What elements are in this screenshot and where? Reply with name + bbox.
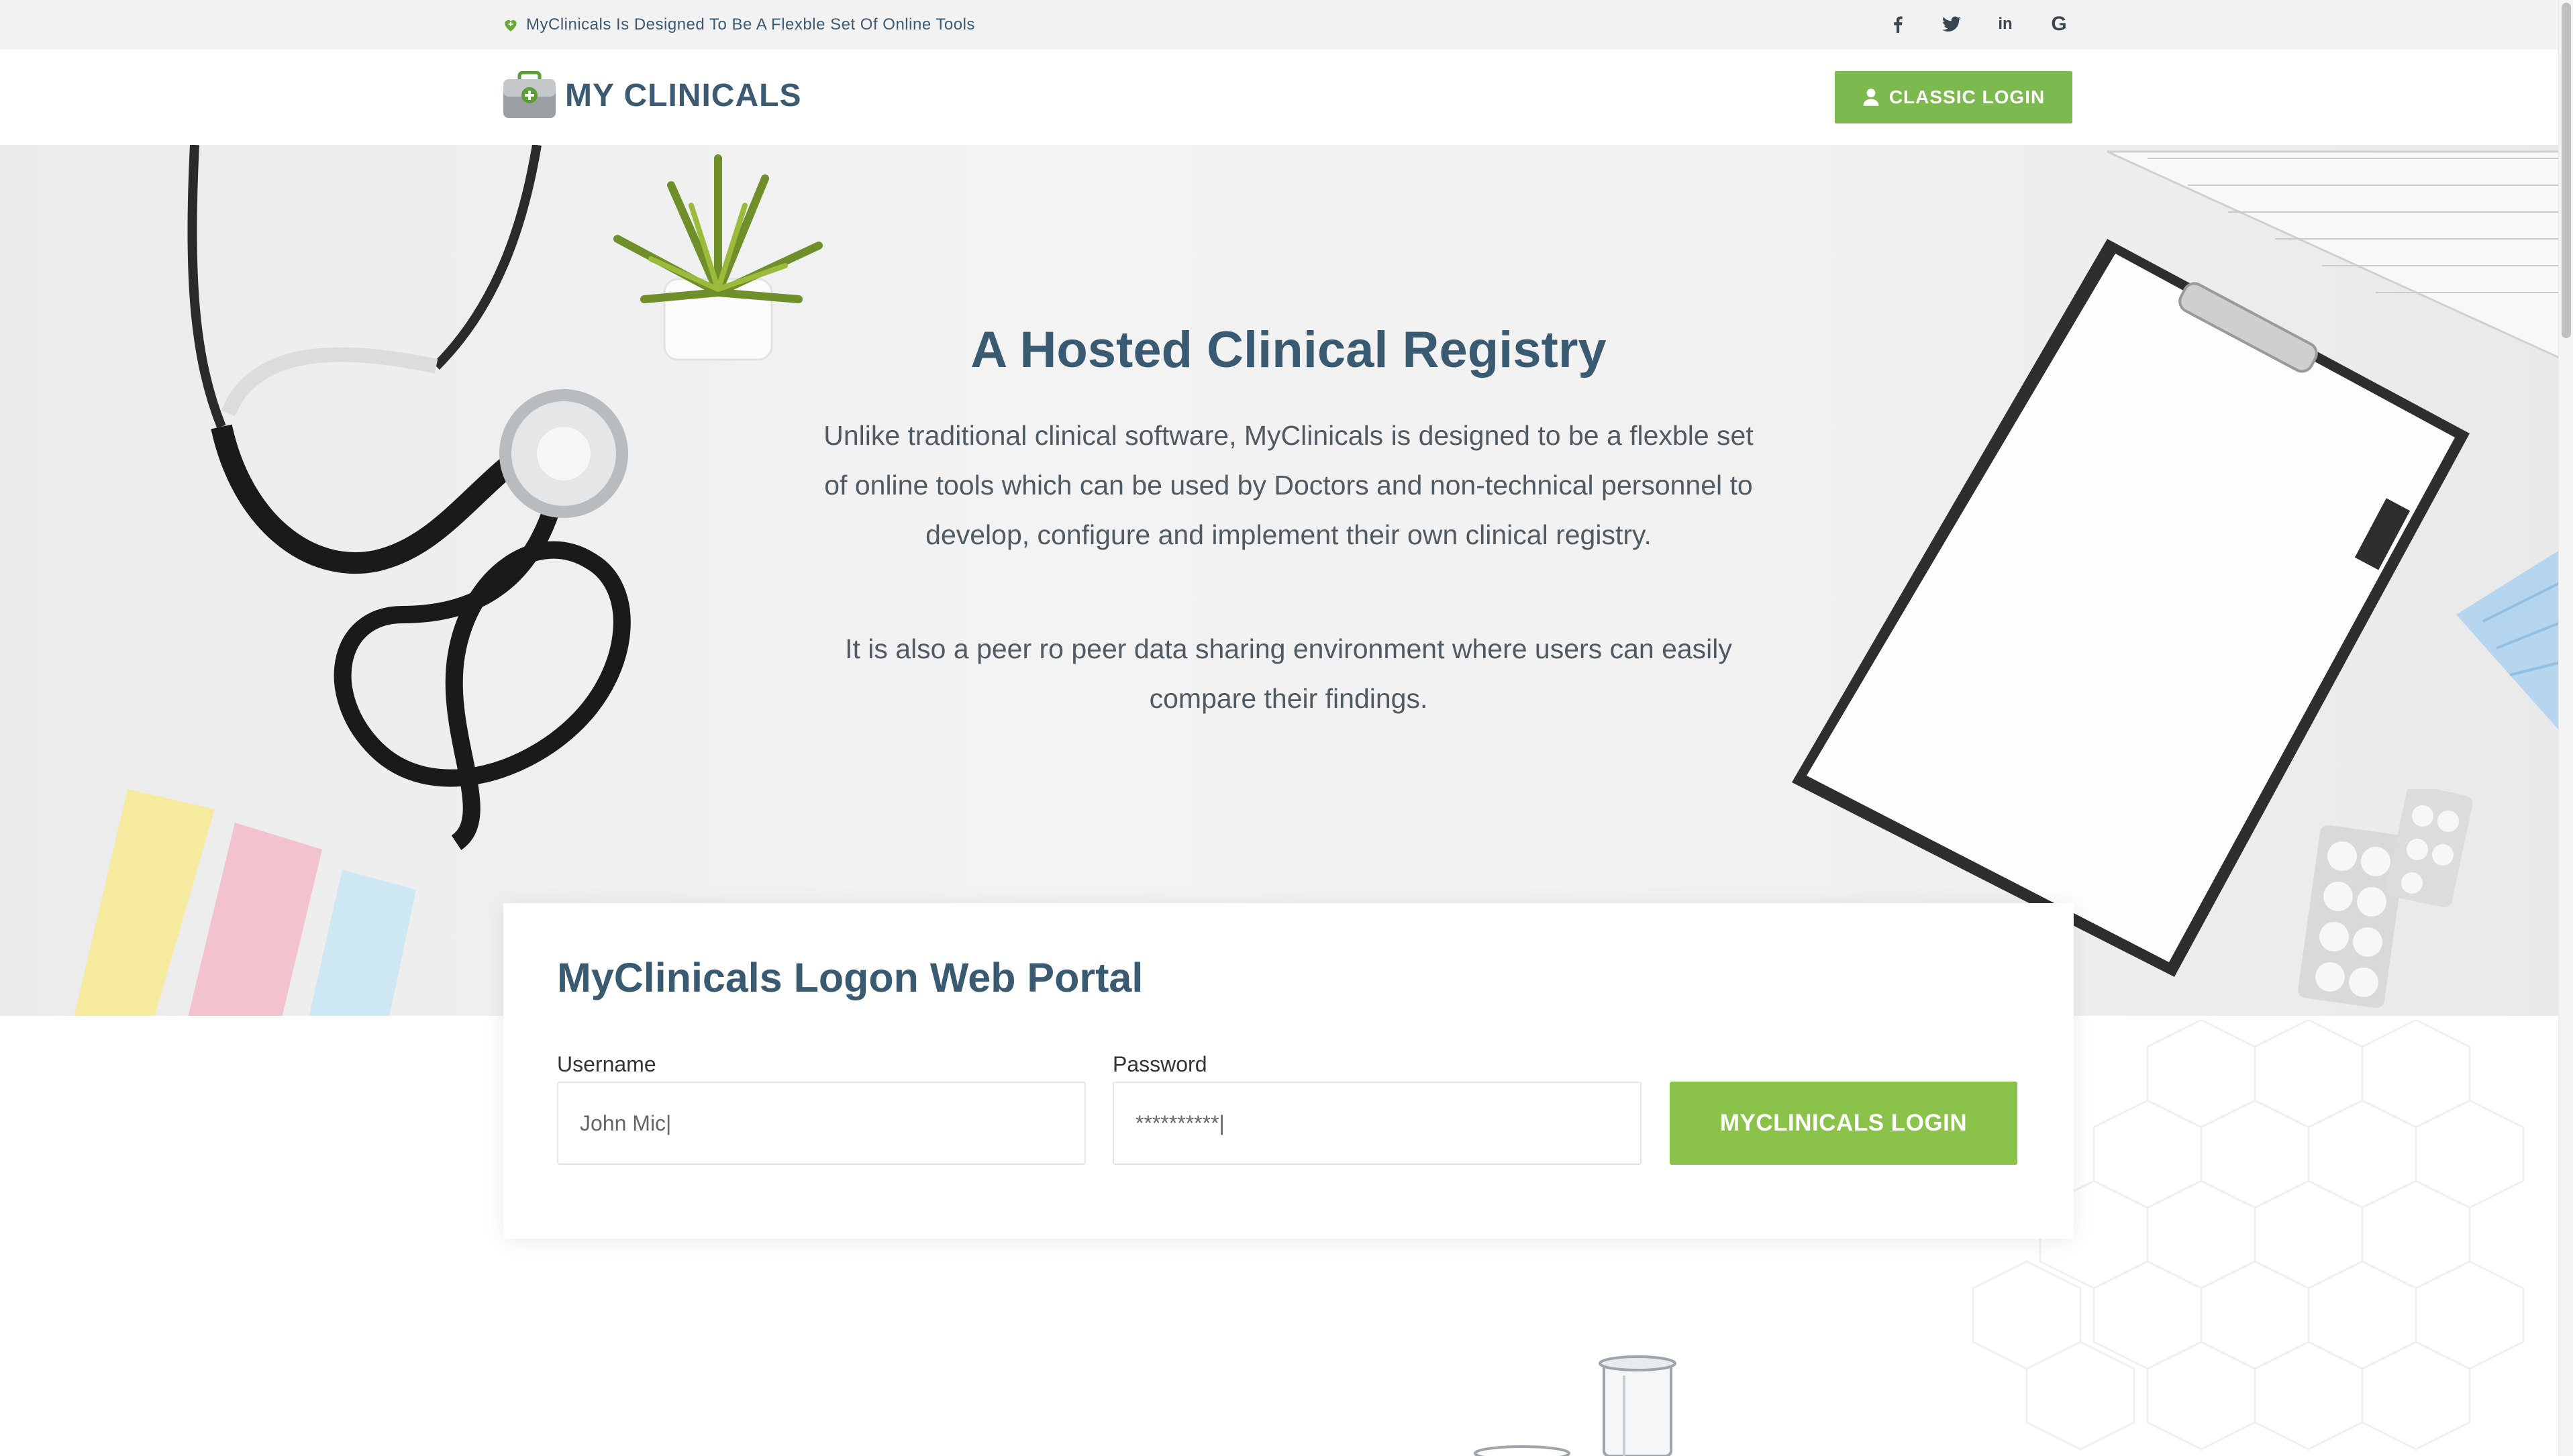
page-scrollbar[interactable] bbox=[2558, 0, 2573, 1456]
classic-login-button[interactable]: CLASSIC LOGIN bbox=[1835, 71, 2072, 123]
hero-banner: A Hosted Clinical Registry Unlike tradit… bbox=[0, 145, 2558, 1016]
google-icon[interactable]: G bbox=[2044, 9, 2074, 39]
tagline: MyClinicals Is Designed To Be A Flexble … bbox=[502, 13, 975, 36]
linkedin-label: in bbox=[1998, 15, 2013, 33]
login-card-title: MyClinicals Logon Web Portal bbox=[557, 955, 1144, 1000]
password-input[interactable] bbox=[1113, 1082, 1642, 1165]
scrollbar-thumb[interactable] bbox=[2562, 3, 2571, 338]
tagline-text: MyClinicals Is Designed To Be A Flexble … bbox=[526, 15, 975, 34]
top-bar: MyClinicals Is Designed To Be A Flexble … bbox=[0, 0, 2558, 50]
google-label: G bbox=[2051, 13, 2067, 35]
site-header: MY CLINICALS CLASSIC LOGIN bbox=[0, 50, 2558, 145]
myclinicals-login-button[interactable]: MYCLINICALS LOGIN bbox=[1670, 1082, 2017, 1165]
username-label: Username bbox=[557, 1052, 656, 1076]
facebook-icon[interactable] bbox=[1883, 9, 1913, 39]
sticky-notes-illustration bbox=[74, 789, 416, 1016]
hero-paragraph-2: It is also a peer ro peer data sharing e… bbox=[845, 633, 1732, 714]
username-input[interactable] bbox=[557, 1082, 1086, 1165]
logo-text: MY CLINICALS bbox=[565, 77, 802, 113]
twitter-icon[interactable] bbox=[1937, 9, 1966, 39]
heart-icon bbox=[505, 19, 517, 32]
hero-paragraph-1: Unlike traditional clinical software, My… bbox=[823, 420, 1754, 550]
user-icon bbox=[1863, 89, 1879, 106]
lab-glassware-illustration bbox=[1474, 1355, 1676, 1456]
password-label: Password bbox=[1113, 1052, 1207, 1076]
login-card: MyClinicals Logon Web Portal Username Pa… bbox=[503, 903, 2074, 1239]
medical-kit-icon bbox=[502, 70, 557, 119]
logo[interactable]: MY CLINICALS bbox=[502, 70, 802, 119]
linkedin-icon[interactable]: in bbox=[1990, 9, 2020, 39]
face-mask-illustration bbox=[2456, 551, 2558, 729]
pills-illustration bbox=[2298, 789, 2473, 1008]
hero-title: A Hosted Clinical Registry bbox=[970, 321, 1607, 378]
classic-login-label: CLASSIC LOGIN bbox=[1888, 87, 2046, 107]
